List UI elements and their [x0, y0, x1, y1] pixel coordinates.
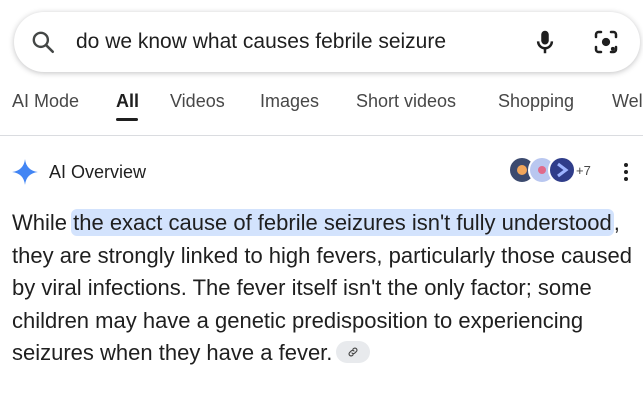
tab-images[interactable]: Images	[260, 91, 319, 112]
search-bar[interactable]: do we know what causes febrile seizure	[14, 12, 640, 72]
sparkle-icon	[12, 159, 38, 185]
link-icon	[348, 347, 358, 357]
tab-shopping[interactable]: Shopping	[498, 91, 574, 112]
ai-overview-header: AI Overview +7	[0, 150, 643, 194]
search-input[interactable]: do we know what causes febrile seizure	[76, 30, 446, 54]
tab-web[interactable]: Wel	[612, 91, 643, 112]
search-tabs: AI Mode All Videos Images Short videos S…	[0, 78, 643, 136]
lens-icon[interactable]	[591, 27, 621, 57]
source-avatar	[548, 156, 576, 184]
tab-all[interactable]: All	[116, 91, 139, 112]
source-avatars[interactable]: +7	[508, 156, 604, 188]
active-tab-indicator	[116, 118, 138, 121]
mic-icon[interactable]	[530, 27, 560, 57]
ai-overview-title: AI Overview	[49, 162, 147, 182]
more-options-icon[interactable]	[620, 160, 632, 184]
ai-overview-body: While the exact cause of febrile seizure…	[12, 207, 638, 370]
highlighted-statement[interactable]: the exact cause of febrile seizures isn'…	[71, 209, 614, 236]
tab-ai-mode[interactable]: AI Mode	[12, 91, 79, 112]
source-link-button[interactable]	[336, 341, 371, 364]
search-icon[interactable]	[30, 29, 56, 55]
tab-short-videos[interactable]: Short videos	[356, 91, 456, 112]
tab-videos[interactable]: Videos	[170, 91, 225, 112]
source-count[interactable]: +7	[576, 163, 591, 178]
overview-text-start: While	[12, 210, 74, 235]
